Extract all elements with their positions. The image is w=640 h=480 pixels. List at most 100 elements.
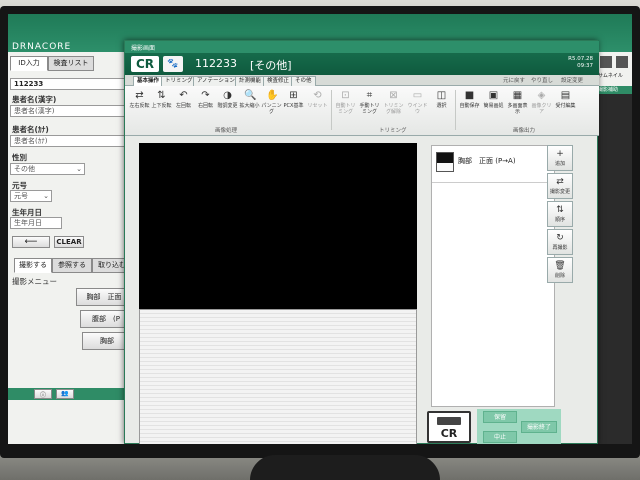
tool-label: ウインドウ (407, 103, 428, 115)
retake-icon: ↻ (556, 233, 564, 243)
cr-device-card[interactable]: CR (427, 411, 471, 443)
tool-label: 受付編集 (555, 103, 576, 109)
cancel-button[interactable]: 中止 (483, 431, 517, 443)
cassette-icon (437, 417, 461, 425)
capture-window: 撮影画面 CR 🐾 112233 [その他] R5.07.28 09:37 基本… (124, 40, 599, 444)
assist-icon[interactable] (616, 56, 628, 68)
users-icon[interactable]: 👥 (56, 389, 74, 399)
trimming-release-button[interactable]: ⊠ トリミング解除 (383, 88, 404, 124)
select-icon: ◫ (436, 90, 447, 101)
bottom-toolbar: ⓘ 👥 (8, 388, 132, 400)
crop-icon: ⌗ (366, 90, 373, 101)
tab-reference[interactable]: 参照する (52, 258, 92, 273)
info-icon[interactable]: ⓘ (34, 389, 52, 399)
patient-id-field[interactable]: 112233 (10, 78, 128, 90)
era-select-value: 元号 (14, 192, 28, 200)
monitor-stand (250, 455, 440, 480)
order-label: 順序 (554, 217, 565, 223)
patient-type: [その他] (250, 59, 292, 72)
retake-button[interactable]: ↻ 再撮影 (547, 229, 573, 255)
group-image-output: 画像出力 (513, 128, 536, 134)
flip-horizontal-button[interactable]: ⇄ 左右反転 (129, 88, 150, 124)
background-right-panel: サムネイル 撮影補助 (596, 52, 632, 444)
add-button[interactable]: + 追加 (547, 145, 573, 171)
tab-exam-list[interactable]: 検査リスト (48, 56, 94, 71)
capture-menu-label: 撮影メニュー (12, 277, 57, 286)
tab-id-input[interactable]: ID入力 (10, 56, 48, 71)
enter-button[interactable]: ⟵ (12, 236, 50, 248)
auto-trimming-button[interactable]: ⊡ 自動トリミング (335, 88, 356, 124)
tool-label: 手動トリミング (359, 103, 380, 115)
sex-select[interactable]: その他 ⌄ (10, 163, 85, 175)
change-exam-button[interactable]: ⇄ 撮影変更 (547, 173, 573, 199)
tool-label: 多画面表示 (507, 103, 528, 115)
rotate-right-button[interactable]: ↷ 右回転 (195, 88, 216, 124)
reception-edit-icon: ▤ (560, 90, 571, 101)
tool-label: 右回転 (197, 103, 213, 109)
time: 09:37 (577, 63, 593, 69)
rotate-left-button[interactable]: ↶ 左回転 (173, 88, 194, 124)
pet-icon[interactable]: 🐾 (163, 56, 183, 72)
tool-label: 簡易画処 (483, 103, 504, 109)
gradation-button[interactable]: ◑ 階調変更 (217, 88, 238, 124)
change-label: 撮影変更 (549, 189, 570, 195)
flip-vertical-icon: ⇅ (157, 90, 166, 101)
manual-trimming-button[interactable]: ⌗ 手動トリミング (359, 88, 380, 124)
clear-button[interactable]: CLEAR (54, 236, 84, 248)
image-viewer[interactable] (139, 143, 417, 309)
hold-button[interactable]: 保留 (483, 411, 517, 423)
trash-icon: 🗑 (554, 261, 566, 271)
era-select[interactable]: 元号 ⌄ (10, 190, 52, 202)
right-toolbar: サムネイル (596, 52, 632, 87)
auto-save-button[interactable]: ■ 自動保存 (459, 88, 480, 124)
exam-list: 胸部 正面 (P→A) (431, 145, 555, 407)
tool-label: 左右反転 (129, 103, 150, 109)
background-left-panel: ID入力 検査リスト 112233 患者名(漢字) 患者名(漢字) 患者名(ｶﾅ… (8, 52, 132, 444)
window-button[interactable]: ▭ ウインドウ (407, 88, 428, 124)
undo-link[interactable]: 元に戻す (503, 76, 525, 84)
hand-icon: ✋ (266, 90, 279, 101)
list-item[interactable]: 胸部 正面 (P→A) (432, 146, 554, 183)
multi-view-icon: ▦ (512, 90, 523, 101)
simple-process-button[interactable]: ▣ 簡易画処 (483, 88, 504, 124)
image-viewer-lower[interactable] (139, 309, 417, 444)
select-button[interactable]: ◫ 選択 (431, 88, 452, 124)
auto-trim-icon: ⊡ (341, 90, 350, 101)
thumbnail-icon[interactable] (600, 56, 612, 68)
reception-edit-button[interactable]: ▤ 受付編集 (555, 88, 576, 124)
image-clear-icon: ◈ (537, 90, 546, 101)
zoom-button[interactable]: 🔍 拡大縮小 (239, 88, 260, 124)
panning-button[interactable]: ✋ パンニング (261, 88, 282, 124)
patient-name-kanji-input[interactable]: 患者名(漢字) (10, 105, 128, 117)
patient-id: 112233 (195, 57, 237, 70)
redo-link[interactable]: やり直し (531, 76, 553, 84)
tab-capture[interactable]: 撮影する (14, 258, 52, 273)
window-title: 撮影画面 (131, 45, 156, 52)
multi-view-button[interactable]: ▦ 多画面表示 (507, 88, 528, 124)
order-button[interactable]: ⇅ 順序 (547, 201, 573, 227)
exam-thumbnail (436, 152, 454, 172)
group-trimming: トリミング (379, 128, 407, 134)
tool-label: リセット (307, 103, 328, 109)
settings-link[interactable]: 設定変更 (561, 76, 583, 84)
auto-save-icon: ■ (464, 90, 475, 101)
ribbon-toolbar: ⇄ 左右反転 ⇅ 上下反転 ↶ 左回転 ↷ 右回転 ◑ 階調変更 🔍 拡大縮小 ✋ パンニング… (125, 86, 599, 136)
flip-vertical-button[interactable]: ⇅ 上下反転 (151, 88, 172, 124)
side-button-column: + 追加 ⇄ 撮影変更 ⇅ 順序 ↻ 再撮影 🗑 削除 (547, 145, 573, 285)
contrast-icon: ◑ (223, 90, 232, 101)
birthdate-input[interactable]: 生年月日 (10, 217, 62, 229)
reset-button[interactable]: ⟲ リセット (307, 88, 328, 124)
capture-topbar: CR 🐾 112233 [その他] R5.07.28 09:37 (125, 53, 599, 75)
patient-name-kana-input[interactable]: 患者名(ｶﾅ) (10, 135, 128, 147)
right-green-bar: 撮影補助 (596, 86, 632, 94)
brand-logo: DRNACORE (12, 42, 72, 52)
retake-label: 再撮影 (552, 245, 568, 251)
image-clear-button[interactable]: ◈ 画像クリア (531, 88, 552, 124)
group-image-processing: 画像処理 (215, 128, 238, 134)
pcx-button[interactable]: ⊞ PCX基準 (283, 88, 304, 124)
tool-label: 自動保存 (459, 103, 480, 109)
finish-capture-button[interactable]: 撮影終了 (521, 421, 557, 433)
delete-button[interactable]: 🗑 削除 (547, 257, 573, 283)
tool-label: PCX基準 (283, 103, 304, 109)
simple-process-icon: ▣ (488, 90, 499, 101)
